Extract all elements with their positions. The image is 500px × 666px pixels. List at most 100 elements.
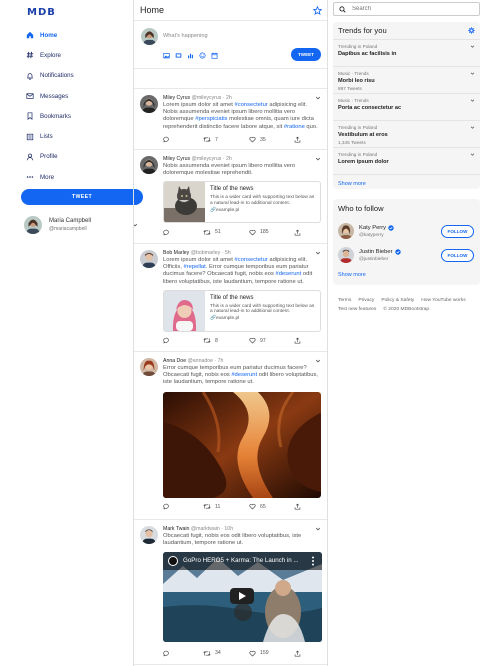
trend-item[interactable]: Music · Trends Porta ac consectetur ac — [333, 94, 480, 121]
chevron-down-icon[interactable] — [470, 152, 475, 157]
video-player[interactable]: GoPro HERO5 + Karma: The Launch in ... — [163, 552, 322, 643]
heart-icon — [249, 137, 256, 143]
emoji-icon[interactable] — [199, 52, 206, 59]
chevron-down-icon[interactable] — [315, 250, 321, 256]
nav-item-messages[interactable]: Messages — [24, 86, 134, 106]
follow-button[interactable]: FOLLOW — [441, 249, 474, 262]
nav-item-home[interactable]: Home — [24, 25, 134, 45]
image-icon[interactable] — [163, 52, 170, 59]
brand-logo[interactable]: MDB — [27, 7, 56, 18]
tweet-author-name[interactable]: Miley Cyrus — [163, 156, 190, 162]
hashtag-link[interactable]: #ratione — [284, 124, 305, 130]
chevron-down-icon[interactable] — [315, 526, 321, 532]
tweet-image[interactable] — [163, 391, 321, 498]
footer-link[interactable]: Terms — [338, 298, 351, 303]
more-vert-icon[interactable] — [311, 556, 315, 566]
current-user[interactable]: Maria Campbell @mariacampbell — [24, 213, 142, 237]
poll-icon[interactable] — [187, 52, 194, 59]
avatar[interactable] — [140, 358, 158, 376]
follow-suggestion[interactable]: Katy Perry @katyperry FOLLOW — [333, 219, 480, 243]
reply-button[interactable] — [163, 650, 203, 657]
search-bar[interactable] — [333, 2, 480, 16]
share-button[interactable] — [294, 229, 301, 236]
tweet-author-name[interactable]: Bob Marley — [163, 250, 189, 256]
gear-icon[interactable] — [468, 27, 475, 34]
share-button[interactable] — [294, 650, 301, 657]
follow-suggestion[interactable]: Justin Bieber @justinbieber FOLLOW — [333, 243, 480, 267]
avatar[interactable] — [140, 250, 158, 268]
hashtag-link[interactable]: #deserunt — [275, 271, 301, 277]
link-card[interactable]: Title of the news This is a wider card w… — [163, 289, 321, 332]
trend-item[interactable]: Trending in Poland Vestibulum at eros 1,… — [333, 121, 480, 148]
like-button[interactable]: 35 — [249, 136, 294, 143]
nav-item-more[interactable]: More — [24, 167, 134, 187]
retweet-button[interactable]: 8 — [203, 337, 249, 344]
nav-item-profile[interactable]: Profile — [24, 147, 134, 167]
tweet-author-name[interactable]: Anna Doe — [163, 358, 186, 364]
sidebar-tweet-button[interactable]: TWEET — [21, 189, 143, 205]
reply-button[interactable] — [163, 337, 203, 344]
composer-input[interactable]: What's happening — [163, 33, 208, 39]
avatar[interactable] — [140, 95, 158, 113]
footer-link[interactable]: Privacy — [358, 298, 374, 303]
search-input[interactable] — [352, 6, 462, 12]
hashtag-link[interactable]: #repellat — [184, 264, 206, 270]
retweet-button[interactable]: 51 — [203, 229, 249, 236]
share-button[interactable] — [294, 503, 301, 510]
retweet-button[interactable]: 11 — [203, 503, 249, 510]
footer-link[interactable]: How YouTube works — [421, 298, 465, 303]
nav-item-notifications[interactable]: Notifications — [24, 66, 134, 86]
retweet-button[interactable]: 7 — [203, 136, 249, 143]
like-button[interactable]: 159 — [249, 650, 294, 657]
chevron-down-icon[interactable] — [470, 71, 475, 76]
tweet-author-name[interactable]: Mark Twain — [163, 526, 189, 532]
share-button[interactable] — [294, 136, 301, 143]
follow-show-more[interactable]: Show more — [333, 267, 480, 283]
footer-link[interactable]: Test new features — [338, 307, 376, 312]
play-button[interactable] — [230, 588, 254, 605]
tweet-author-handle: @mileycyrus — [191, 156, 222, 162]
composer-tweet-button[interactable]: TWEET — [291, 48, 321, 61]
retweet-button[interactable]: 34 — [203, 650, 249, 657]
reply-button[interactable] — [163, 503, 203, 510]
reply-button[interactable] — [163, 136, 203, 143]
trend-item[interactable]: Trending in Poland Dapibus ac facilisis … — [333, 40, 480, 67]
hashtag-link[interactable]: #consectetur — [235, 257, 268, 263]
chevron-down-icon[interactable] — [470, 44, 475, 49]
nav-item-bookmarks[interactable]: Bookmarks — [24, 106, 134, 126]
sparkle-icon[interactable] — [313, 5, 322, 15]
hashtag-link[interactable]: #consectetur — [235, 102, 268, 108]
user-icon — [24, 153, 40, 161]
video-title[interactable]: GoPro HERO5 + Karma: The Launch in ... — [183, 557, 298, 564]
trends-show-more[interactable]: Show more — [333, 175, 480, 192]
follow-button[interactable]: FOLLOW — [441, 225, 474, 238]
chevron-down-icon[interactable] — [315, 156, 321, 162]
like-button[interactable]: 65 — [249, 503, 294, 510]
follow-handle: @justinbieber — [359, 256, 389, 262]
chevron-down-icon[interactable] — [470, 98, 475, 103]
share-button[interactable] — [294, 337, 301, 344]
like-button[interactable]: 185 — [249, 229, 294, 236]
nav-item-lists[interactable]: Lists — [24, 126, 134, 146]
link-card[interactable]: Title of the news This is a wider card w… — [163, 181, 321, 224]
card-link[interactable]: 🔗example.pl — [210, 208, 315, 213]
composer-tools — [163, 52, 218, 59]
card-link[interactable]: 🔗example.pl — [210, 316, 315, 321]
trend-item[interactable]: Music · Trends Morbi leo risu 897 Tweets — [333, 67, 480, 94]
hashtag-link[interactable]: #deserunt — [231, 372, 257, 378]
chevron-down-icon[interactable] — [315, 95, 321, 101]
like-button[interactable]: 97 — [249, 337, 294, 344]
calendar-icon[interactable] — [211, 52, 218, 59]
chevron-down-icon[interactable] — [315, 358, 321, 364]
avatar[interactable] — [140, 156, 158, 174]
nav-item-explore[interactable]: Explore — [24, 45, 134, 65]
tweet-author-name[interactable]: Miley Cyrus — [163, 95, 190, 101]
footer-link[interactable]: Policy & Safety — [381, 298, 414, 303]
reply-button[interactable] — [163, 229, 203, 236]
avatar[interactable] — [140, 526, 158, 544]
hashtag-link[interactable]: #perspiciatis — [195, 116, 227, 122]
trend-item[interactable]: Trending in Poland Lorem ipsum dolor — [333, 148, 480, 175]
follow-name-row: Katy Perry — [359, 225, 394, 231]
gif-icon[interactable] — [175, 52, 182, 59]
chevron-down-icon[interactable] — [470, 125, 475, 130]
